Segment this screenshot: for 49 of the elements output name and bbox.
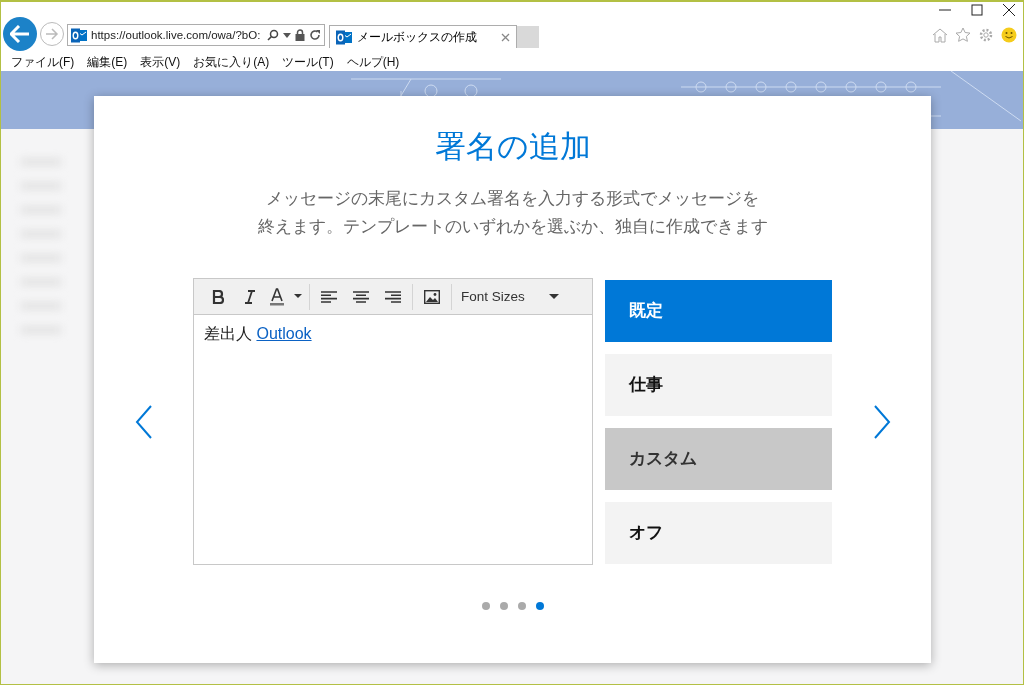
font-color-icon — [269, 287, 303, 306]
align-right-icon — [385, 290, 401, 303]
close-icon[interactable] — [1003, 4, 1015, 16]
browser-tab[interactable]: メールボックスの作成 — [329, 25, 517, 48]
bold-icon — [212, 289, 224, 304]
menu-item[interactable]: ファイル(F) — [11, 54, 88, 71]
address-bar[interactable]: https://outlook.live.com/owa/?bO: — [67, 24, 325, 46]
left-arrow-icon — [10, 25, 30, 43]
caret-icon[interactable] — [283, 32, 291, 38]
menu-item[interactable]: 表示(V) — [140, 54, 194, 71]
star-icon[interactable] — [955, 27, 971, 43]
menu-item[interactable]: 編集(E) — [87, 54, 141, 71]
page-dot[interactable] — [535, 602, 544, 610]
page-dot[interactable] — [499, 602, 508, 610]
align-left-icon — [321, 290, 337, 303]
align-center-icon — [353, 290, 369, 303]
menu-item[interactable]: お気に入り(A) — [193, 54, 283, 71]
italic-icon — [244, 289, 256, 304]
signature-editor[interactable]: Font Sizes 差出人 Outlook — [193, 278, 593, 565]
image-icon — [424, 289, 440, 304]
page-dot[interactable] — [481, 602, 490, 610]
template-option[interactable]: 仕事 — [605, 353, 832, 416]
settings-icon[interactable] — [978, 27, 994, 43]
lock-icon — [295, 29, 305, 41]
maximize-icon[interactable] — [971, 4, 983, 16]
template-option[interactable]: カスタム — [605, 427, 832, 490]
caret-icon — [548, 294, 559, 299]
template-option[interactable]: 既定 — [605, 279, 832, 342]
outlook-icon — [336, 29, 352, 45]
search-icon[interactable] — [267, 29, 279, 41]
page-dot[interactable] — [517, 602, 526, 610]
font-size-dropdown[interactable]: Font Sizes — [455, 289, 565, 304]
outlook-link[interactable]: Outlook — [256, 325, 312, 342]
tab-title: メールボックスの作成 — [357, 28, 478, 46]
dialog-description: 終えます。テンプレートのいずれかを選ぶか、独自に作成できます — [257, 216, 768, 238]
menu-item[interactable]: ヘルプ(H) — [346, 54, 413, 71]
dialog-description: メッセージの末尾にカスタム署名を入力する形式でメッセージを — [265, 188, 760, 210]
chevron-left-icon — [134, 404, 153, 439]
outlook-icon — [71, 27, 87, 43]
menu-item[interactable]: ツール(T) — [282, 54, 347, 71]
chevron-right-icon — [872, 404, 891, 439]
back-button[interactable] — [3, 17, 37, 51]
signature-text: 差出人 Outlook — [204, 325, 312, 342]
url-text: https://outlook.live.com/owa/?bO: — [91, 29, 262, 41]
right-arrow-icon — [45, 28, 59, 40]
dialog-title: 署名の追加 — [434, 128, 591, 166]
refresh-icon[interactable] — [309, 29, 321, 41]
template-option[interactable]: オフ — [605, 501, 832, 564]
smiley-icon[interactable] — [1001, 27, 1017, 43]
